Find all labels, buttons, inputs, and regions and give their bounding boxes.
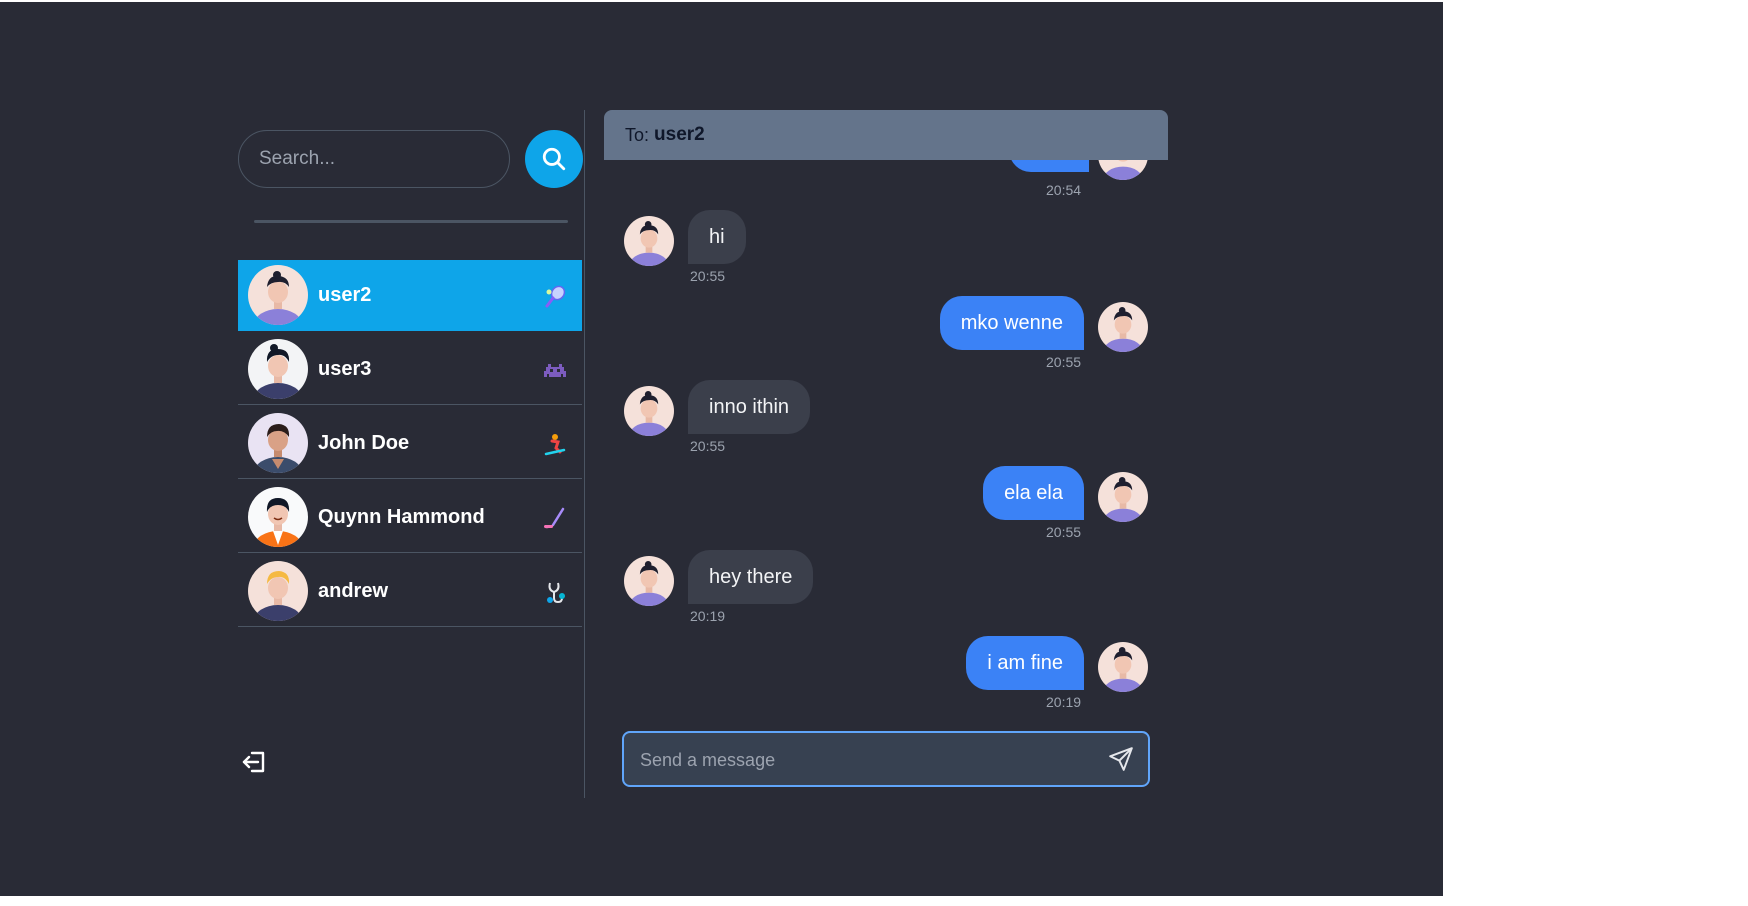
- message-input[interactable]: [638, 733, 1082, 787]
- message-bubble: ela ela: [983, 466, 1084, 520]
- avatar: [248, 413, 308, 473]
- avatar: [1098, 302, 1148, 352]
- contact-name: user3: [318, 357, 372, 380]
- avatar: [624, 216, 674, 266]
- contact-list: user2 user3 John Doe Quynn Hammond andre…: [238, 260, 582, 630]
- message-time: 20:55: [1046, 524, 1082, 540]
- message-sent: ela ela 20:55: [604, 466, 1168, 546]
- message-sent: i am fine 20:19: [604, 636, 1168, 716]
- search-button[interactable]: [525, 130, 583, 188]
- avatar: [624, 556, 674, 606]
- message-time: 20:55: [690, 268, 726, 284]
- contact-name: andrew: [318, 579, 389, 602]
- message-time: 20:55: [1046, 354, 1082, 370]
- chat-header: To: user2: [604, 110, 1168, 160]
- avatar: [248, 265, 308, 325]
- avatar: [248, 561, 308, 621]
- stethoscope-icon: [547, 582, 565, 604]
- contact-name: Quynn Hammond: [318, 505, 485, 528]
- contact-item-john-doe[interactable]: John Doe: [238, 408, 582, 479]
- message-time: 20:19: [690, 608, 726, 624]
- avatar: [1098, 642, 1148, 692]
- message-composer: [622, 731, 1150, 787]
- chat-panel: To: user2 20:54 hi 20:55 mko wenne 20:55: [604, 110, 1168, 798]
- tennis-racket-icon: [545, 285, 566, 308]
- message-sent: 20:54: [604, 160, 1168, 200]
- contact-name: user2: [318, 283, 372, 306]
- space-invader-icon: [544, 364, 566, 377]
- message-bubble: inno ithin: [688, 380, 811, 434]
- logout-icon[interactable]: [240, 748, 268, 776]
- message-received: inno ithin 20:55: [604, 380, 1168, 460]
- avatar: [1098, 472, 1148, 522]
- message-time: 20:55: [690, 438, 726, 454]
- message-received: hey there 20:19: [604, 550, 1168, 630]
- contact-item-andrew[interactable]: andrew: [238, 556, 582, 627]
- contact-name: John Doe: [318, 431, 410, 454]
- message-list: 20:54 hi 20:55 mko wenne 20:55 inno ithi…: [604, 160, 1168, 720]
- avatar: [248, 339, 308, 399]
- message-bubble: hey there: [688, 550, 814, 604]
- message-received: hi 20:55: [604, 210, 1168, 290]
- contact-item-user3[interactable]: user3: [238, 334, 582, 405]
- avatar: [248, 487, 308, 547]
- search-bar: [238, 130, 584, 190]
- recipient-name: user2: [654, 124, 705, 145]
- message-time: 20:19: [1046, 694, 1082, 710]
- sidebar: user2 user3 John Doe Quynn Hammond: [238, 110, 585, 798]
- hockey-stick-icon: [544, 507, 565, 529]
- message-bubble: mko wenne: [939, 296, 1084, 350]
- snowboarder-icon: [544, 434, 566, 456]
- avatar: [1098, 160, 1148, 180]
- send-icon[interactable]: [1108, 746, 1134, 772]
- message-time: 20:54: [1046, 182, 1082, 198]
- avatar: [624, 386, 674, 436]
- message-bubble: [1009, 160, 1089, 172]
- message-sent: mko wenne 20:55: [604, 296, 1168, 376]
- contact-item-user2[interactable]: user2: [238, 260, 582, 331]
- message-bubble: i am fine: [966, 636, 1084, 690]
- message-bubble: hi: [688, 210, 746, 264]
- contact-item-quynn-hammond[interactable]: Quynn Hammond: [238, 482, 582, 553]
- search-input[interactable]: [238, 130, 510, 188]
- sidebar-divider: [254, 220, 568, 223]
- to-label: To:: [625, 124, 650, 145]
- search-icon: [542, 147, 566, 171]
